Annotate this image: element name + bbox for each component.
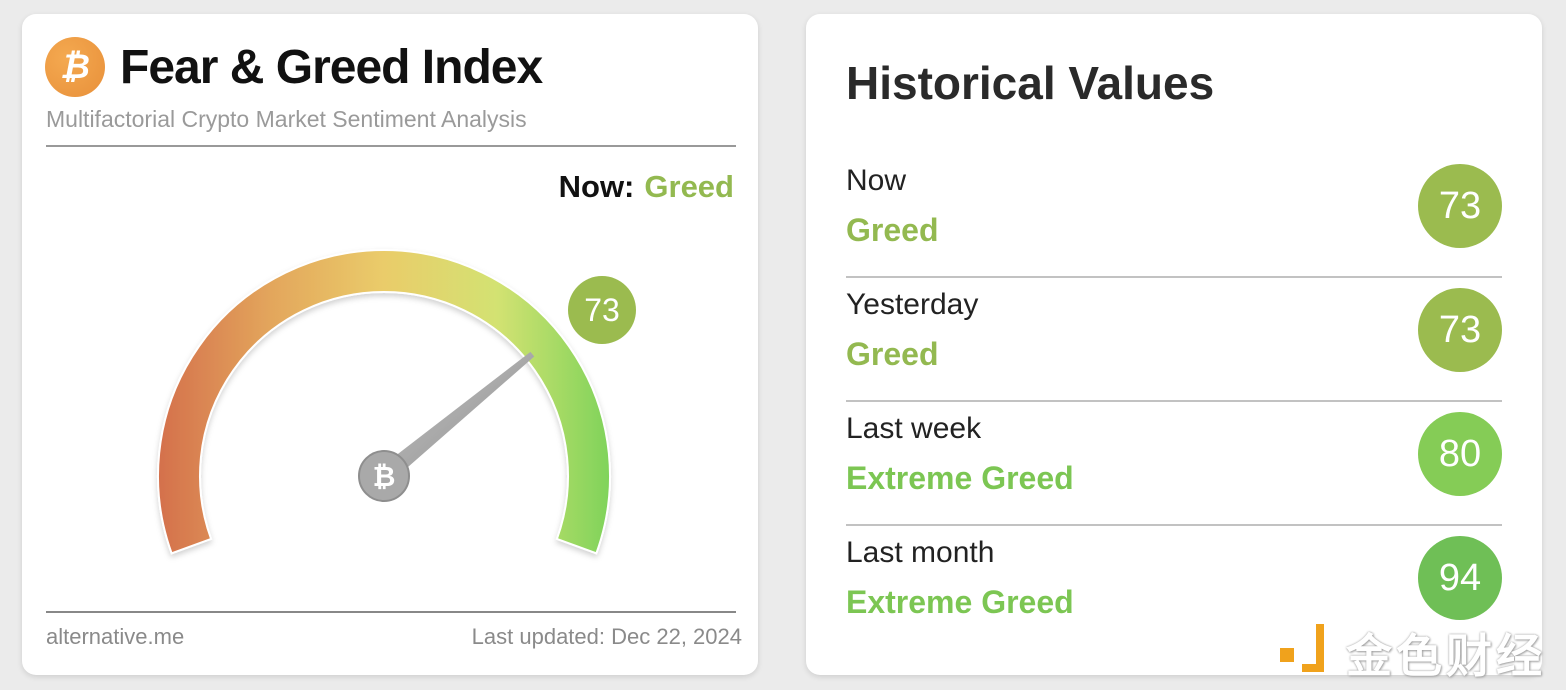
classification: Extreme Greed	[846, 584, 1074, 620]
watermark-logo-icon	[1280, 624, 1332, 674]
period-label: Now	[846, 164, 907, 197]
classification: Greed	[846, 336, 939, 372]
gauge: ₿ 73	[157, 249, 636, 555]
history-row-last-week: Last week Extreme Greed 80	[846, 402, 1502, 526]
classification: Greed	[846, 212, 939, 248]
value-badge: 80	[1418, 412, 1502, 496]
footer-divider	[46, 611, 736, 613]
gauge-arc	[157, 249, 611, 555]
period-label: Last week	[846, 412, 982, 445]
value-badge: 73	[1418, 288, 1502, 372]
watermark-text: 金色财经	[1346, 630, 1546, 682]
bitcoin-icon: ₿	[373, 461, 396, 492]
history-row-now: Now Greed 73	[846, 154, 1502, 278]
value-badge: 94	[1418, 536, 1502, 620]
period-label: Yesterday	[846, 288, 979, 321]
classification: Extreme Greed	[846, 460, 1074, 496]
watermark: 金色财经	[1280, 620, 1560, 682]
history-row-yesterday: Yesterday Greed 73	[846, 278, 1502, 402]
source-link[interactable]: alternative.me	[46, 624, 184, 650]
historical-title: Historical Values	[846, 57, 1215, 109]
gauge-value-text: 73	[584, 292, 620, 328]
value-badge: 73	[1418, 164, 1502, 248]
historical-values-card: Historical Values Now Greed 73 Yesterday…	[806, 14, 1542, 675]
period-label: Last month	[846, 536, 995, 569]
fear-greed-card: ₿ Fear & Greed Index Multifactorial Cryp…	[22, 14, 758, 675]
last-updated: Last updated: Dec 22, 2024	[471, 624, 742, 649]
